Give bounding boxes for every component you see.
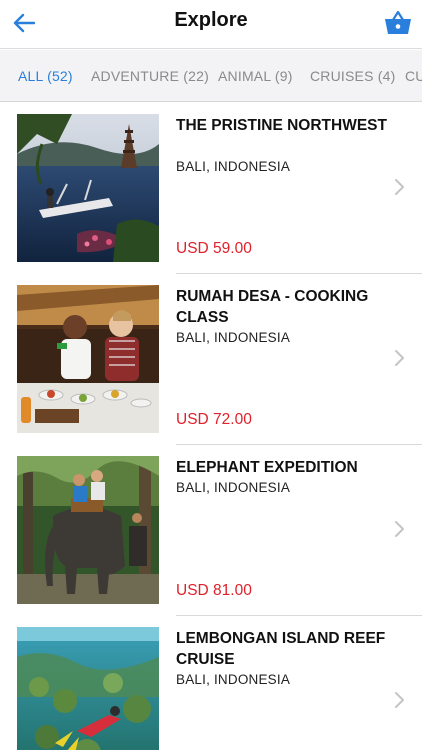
tour-price: USD 72.00 (176, 411, 252, 428)
tour-price: USD 81.00 (176, 582, 252, 599)
tour-name: RUMAH DESA - COOKING CLASS (176, 288, 369, 326)
list-item[interactable]: RUMAH DESA - COOKING CLASS BALI, INDONES… (0, 274, 422, 445)
list-item[interactable]: THE PRISTINE NORTHWEST BALI, INDONESIA U… (0, 103, 422, 274)
chevron-right-icon (395, 179, 404, 195)
page-title: Explore (174, 9, 248, 31)
tour-location: BALI, INDONESIA (176, 672, 291, 687)
tab-all[interactable]: ALL (52) (18, 68, 73, 84)
tour-thumbnail (17, 285, 159, 433)
tour-thumbnail (17, 627, 159, 750)
tab-animal[interactable]: ANIMAL (9) (218, 68, 293, 84)
tour-location: BALI, INDONESIA (176, 330, 291, 345)
tour-location: BALI, INDONESIA (176, 159, 291, 174)
tour-name: ELEPHANT EXPEDITION (176, 459, 358, 476)
navigation-header: Explore (0, 0, 422, 49)
chevron-right-icon (395, 350, 404, 366)
tour-name: THE PRISTINE NORTHWEST (176, 117, 387, 134)
category-tabs: ALL (52) ADVENTURE (22) ANIMAL (9) CRUIS… (0, 50, 422, 102)
tour-thumbnail (17, 114, 159, 262)
chevron-right-icon (395, 521, 404, 537)
tab-cruises[interactable]: CRUISES (4) (310, 68, 395, 84)
chevron-right-icon (395, 692, 404, 708)
tour-list: THE PRISTINE NORTHWEST BALI, INDONESIA U… (0, 103, 422, 750)
tour-price: USD 59.00 (176, 240, 252, 257)
list-item[interactable]: LEMBONGAN ISLAND REEF CRUISE BALI, INDON… (0, 616, 422, 750)
basket-icon (385, 10, 411, 34)
list-item[interactable]: ELEPHANT EXPEDITION BALI, INDONESIA USD … (0, 445, 422, 616)
tab-adventure[interactable]: ADVENTURE (22) (91, 68, 209, 84)
tour-location: BALI, INDONESIA (176, 480, 291, 495)
tour-name: LEMBONGAN ISLAND REEF CRUISE (176, 630, 386, 668)
tour-thumbnail (17, 456, 159, 604)
tab-next[interactable]: CU (405, 68, 422, 84)
cart-button[interactable] (382, 6, 414, 38)
